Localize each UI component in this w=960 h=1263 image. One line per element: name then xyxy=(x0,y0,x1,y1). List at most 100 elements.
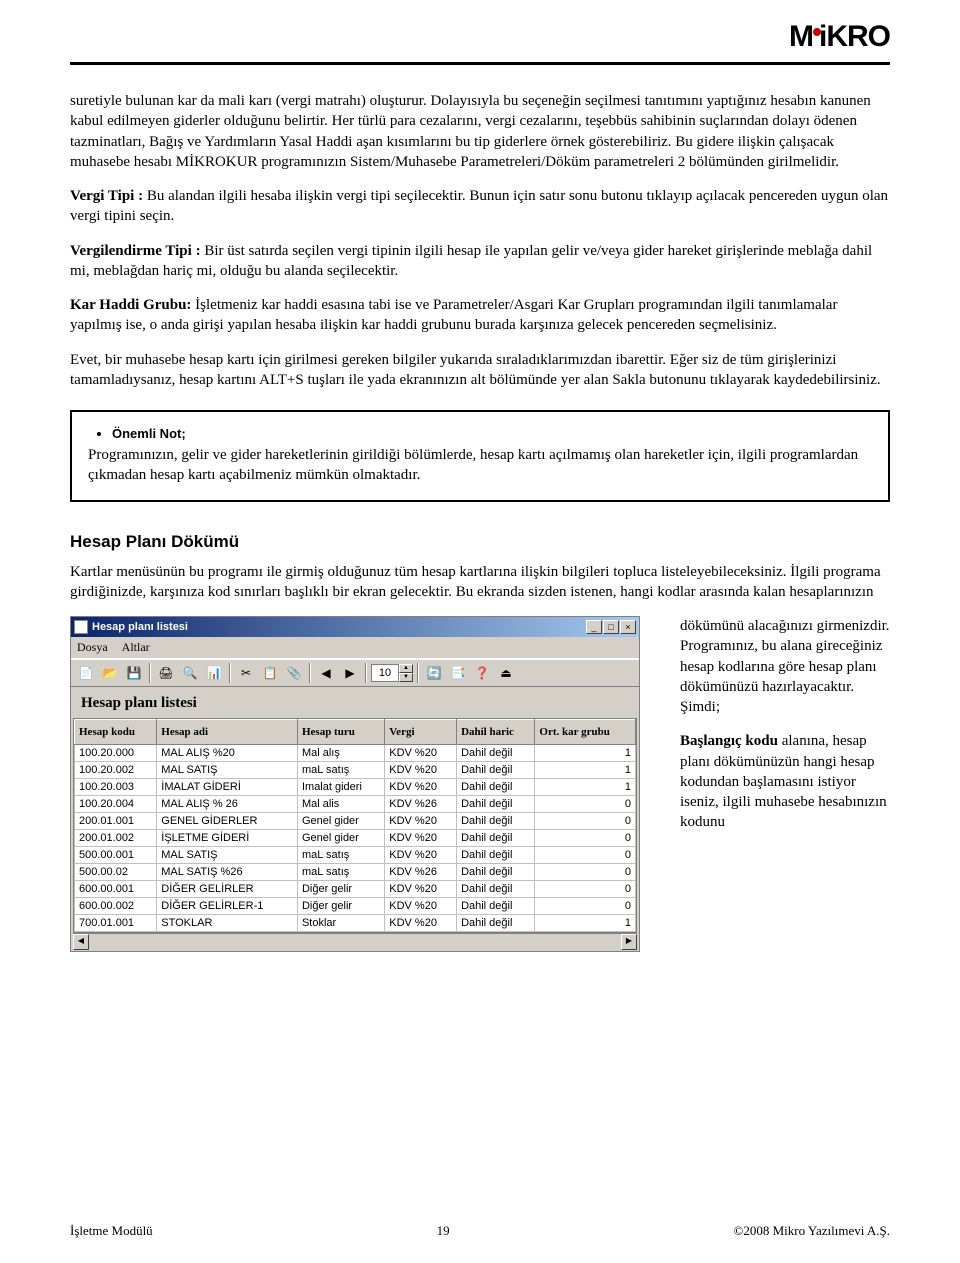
tb-cut-icon[interactable]: ✂ xyxy=(235,662,257,684)
page-footer: İşletme Modülü 19 ©2008 Mikro Yazılımevi… xyxy=(70,1223,890,1239)
tb-preview-icon[interactable]: 🔍 xyxy=(179,662,201,684)
menu-altlar[interactable]: Altlar xyxy=(122,640,150,655)
table-cell: Diğer gelir xyxy=(297,881,384,898)
table-cell: 1 xyxy=(535,745,636,762)
table-row[interactable]: 100.20.000MAL ALIŞ %20Mal alışKDV %20Dah… xyxy=(75,745,636,762)
menu-dosya[interactable]: Dosya xyxy=(77,640,108,655)
table-row[interactable]: 500.00.02MAL SATIŞ %26maL satışKDV %26Da… xyxy=(75,864,636,881)
table-cell: DİĞER GELİRLER xyxy=(157,881,298,898)
tb-prev-icon[interactable]: ◀ xyxy=(315,662,337,684)
table-row[interactable]: 100.20.004MAL ALIŞ % 26Mal alisKDV %26Da… xyxy=(75,796,636,813)
tb-refresh-icon[interactable]: 🔄 xyxy=(423,662,445,684)
spin-down-icon[interactable]: ▼ xyxy=(399,673,413,682)
table-cell: MAL ALIŞ % 26 xyxy=(157,796,298,813)
col-vergi[interactable]: Vergi xyxy=(385,720,457,745)
footer-page-number: 19 xyxy=(437,1223,450,1239)
tb-paste-icon[interactable]: 📎 xyxy=(283,662,305,684)
table-cell: KDV %20 xyxy=(385,915,457,932)
table-cell: 0 xyxy=(535,864,636,881)
table-cell: KDV %20 xyxy=(385,745,457,762)
table-row[interactable]: 700.01.001STOKLARStoklarKDV %20Dahil değ… xyxy=(75,915,636,932)
table-cell: GENEL GİDERLER xyxy=(157,813,298,830)
table-cell: maL satış xyxy=(297,762,384,779)
table-cell: KDV %20 xyxy=(385,779,457,796)
table-cell: MAL SATIŞ xyxy=(157,847,298,864)
label-baslangic-kodu: Başlangıç kodu xyxy=(680,733,778,749)
tb-filter-icon[interactable]: 📑 xyxy=(447,662,469,684)
tb-next-icon[interactable]: ▶ xyxy=(339,662,361,684)
table-row[interactable]: 600.00.001DİĞER GELİRLERDiğer gelirKDV %… xyxy=(75,881,636,898)
table-cell: Genel gider xyxy=(297,813,384,830)
table-row[interactable]: 100.20.003İMALAT GİDERİImalat gideriKDV … xyxy=(75,779,636,796)
table-cell: Imalat gideri xyxy=(297,779,384,796)
table-cell: KDV %20 xyxy=(385,881,457,898)
table-cell: 0 xyxy=(535,796,636,813)
table-cell: DİĞER GELİRLER-1 xyxy=(157,898,298,915)
table-row[interactable]: 500.00.001MAL SATIŞmaL satışKDV %20Dahil… xyxy=(75,847,636,864)
paragraph-5: Evet, bir muhasebe hesap kartı için giri… xyxy=(70,350,890,391)
col-ort-kar-grubu[interactable]: Ort. kar grubu xyxy=(535,720,636,745)
table-cell: 0 xyxy=(535,813,636,830)
menubar: Dosya Altlar xyxy=(71,637,639,659)
spin-input[interactable] xyxy=(371,664,399,682)
table-row[interactable]: 200.01.002İŞLETME GİDERİGenel giderKDV %… xyxy=(75,830,636,847)
table-cell: 200.01.001 xyxy=(75,813,157,830)
table-cell: 0 xyxy=(535,881,636,898)
table-cell: 100.20.000 xyxy=(75,745,157,762)
table-cell: 200.01.002 xyxy=(75,830,157,847)
table-row[interactable]: 600.00.002DİĞER GELİRLER-1Diğer gelirKDV… xyxy=(75,898,636,915)
col-hesap-adi[interactable]: Hesap adi xyxy=(157,720,298,745)
table-cell: 0 xyxy=(535,847,636,864)
tb-exit-icon[interactable]: ⏏ xyxy=(495,662,517,684)
tb-spin: ▲ ▼ xyxy=(371,664,413,682)
col-hesap-turu[interactable]: Hesap turu xyxy=(297,720,384,745)
table-cell: KDV %20 xyxy=(385,813,457,830)
close-button[interactable]: × xyxy=(620,620,636,634)
table-cell: KDV %20 xyxy=(385,847,457,864)
tb-save-icon[interactable]: 💾 xyxy=(123,662,145,684)
tb-new-icon[interactable]: 📄 xyxy=(75,662,97,684)
scroll-right-icon[interactable]: ▶ xyxy=(621,934,637,950)
table-cell: 1 xyxy=(535,762,636,779)
table-cell: Dahil değil xyxy=(457,847,535,864)
text-vergi-tipi: Bu alandan ilgili hesaba ilişkin vergi t… xyxy=(70,188,888,224)
grid-wrap: Hesap kodu Hesap adi Hesap turu Vergi Da… xyxy=(73,718,637,933)
col-hesap-kodu[interactable]: Hesap kodu xyxy=(75,720,157,745)
maximize-button[interactable]: □ xyxy=(603,620,619,634)
tb-sort-icon[interactable]: 📊 xyxy=(203,662,225,684)
table-cell: 500.00.02 xyxy=(75,864,157,881)
toolbar: 📄 📂 💾 🖨 🔍 📊 ✂ 📋 📎 ◀ ▶ xyxy=(71,659,639,687)
table-cell: KDV %20 xyxy=(385,898,457,915)
paragraph-kar-haddi: Kar Haddi Grubu: İşletmeniz kar haddi es… xyxy=(70,295,890,336)
label-vergi-tipi: Vergi Tipi : xyxy=(70,188,143,204)
scroll-left-icon[interactable]: ◀ xyxy=(73,934,89,950)
table-cell: maL satış xyxy=(297,847,384,864)
horizontal-scrollbar[interactable]: ◀ ▶ xyxy=(73,933,637,949)
spin-up-icon[interactable]: ▲ xyxy=(399,664,413,673)
col-dahil-haric[interactable]: Dahil haric xyxy=(457,720,535,745)
table-cell: MAL SATIŞ %26 xyxy=(157,864,298,881)
minimize-button[interactable]: _ xyxy=(586,620,602,634)
table-cell: Dahil değil xyxy=(457,762,535,779)
table-cell: 600.00.002 xyxy=(75,898,157,915)
tb-open-icon[interactable]: 📂 xyxy=(99,662,121,684)
table-cell: KDV %26 xyxy=(385,864,457,881)
table-cell: Dahil değil xyxy=(457,796,535,813)
tb-help-icon[interactable]: ❓ xyxy=(471,662,493,684)
table-cell: maL satış xyxy=(297,864,384,881)
table-row[interactable]: 200.01.001GENEL GİDERLERGenel giderKDV %… xyxy=(75,813,636,830)
heading-hesap-plani: Hesap Planı Dökümü xyxy=(70,532,890,552)
tb-copy-icon[interactable]: 📋 xyxy=(259,662,281,684)
tb-print-icon[interactable]: 🖨 xyxy=(155,662,177,684)
table-cell: Dahil değil xyxy=(457,745,535,762)
logo: MiKRO xyxy=(789,20,890,54)
label-vergilendirme-tipi: Vergilendirme Tipi : xyxy=(70,243,201,259)
table-cell: Dahil değil xyxy=(457,813,535,830)
table-cell: Dahil değil xyxy=(457,898,535,915)
paragraph-1: suretiyle bulunan kar da mali karı (verg… xyxy=(70,91,890,172)
titlebar[interactable]: Hesap planı listesi _ □ × xyxy=(71,617,639,637)
table-row[interactable]: 100.20.002MAL SATIŞmaL satışKDV %20Dahil… xyxy=(75,762,636,779)
table-cell: İŞLETME GİDERİ xyxy=(157,830,298,847)
table-cell: Dahil değil xyxy=(457,779,535,796)
table-cell: Dahil değil xyxy=(457,881,535,898)
